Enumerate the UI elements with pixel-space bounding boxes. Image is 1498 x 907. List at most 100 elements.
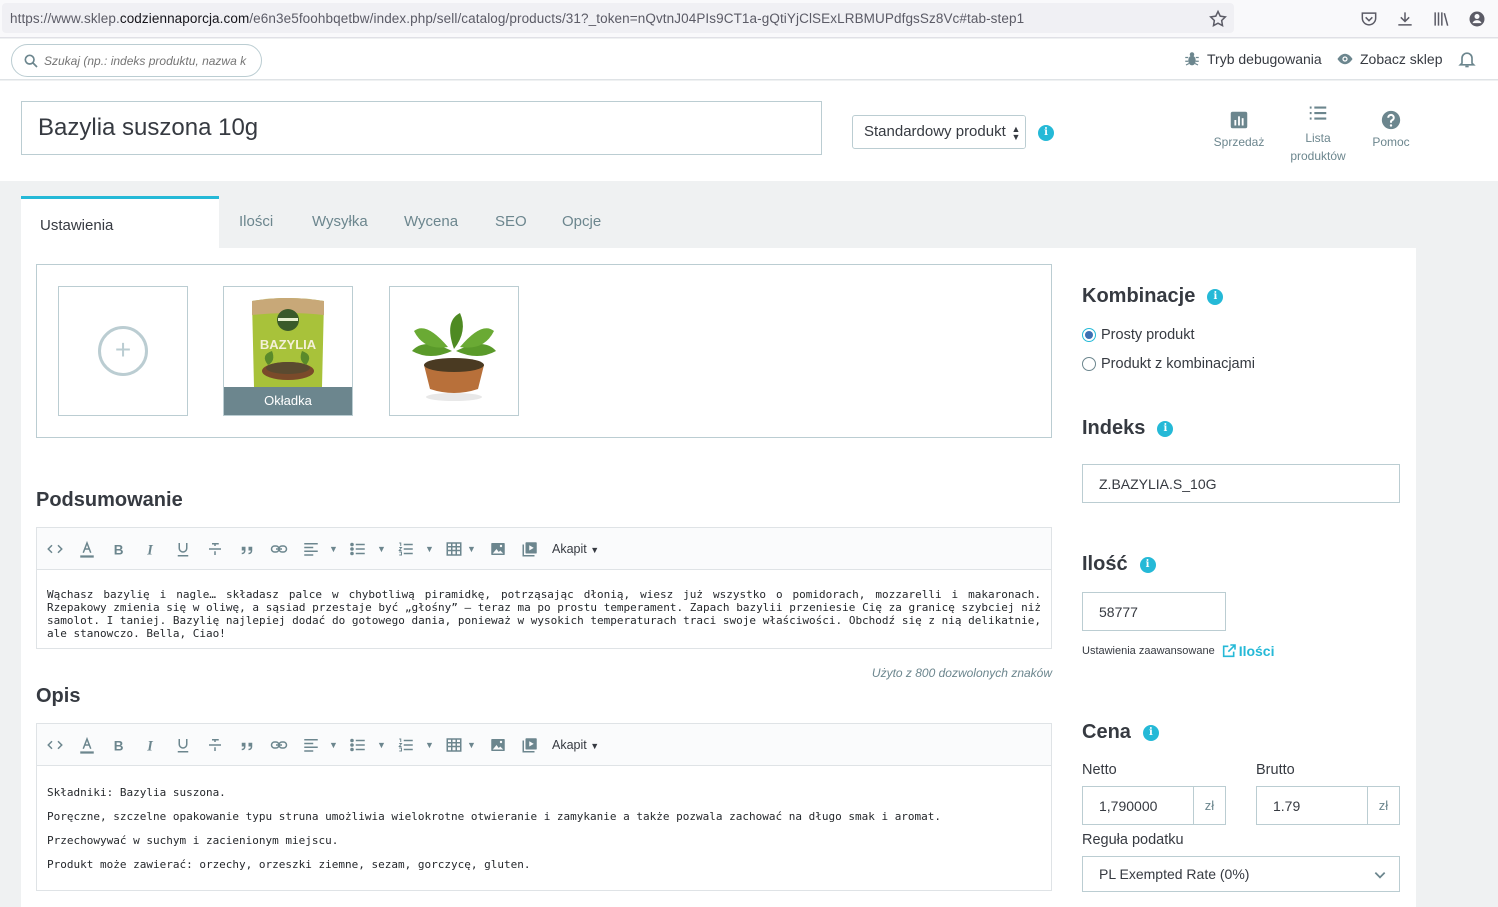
tab-seo[interactable]: SEO: [495, 196, 527, 248]
strikethrough-icon[interactable]: [206, 736, 224, 754]
external-link-icon: [1222, 644, 1236, 658]
align-dropdown-icon[interactable]: ▼: [329, 736, 338, 754]
summary-editor: B I ▼ ▼ ▼ ▼ Akapit ▼ Wąchasz bazylię i n…: [36, 527, 1052, 649]
product-type-select[interactable]: Standardowy produkt ▲ ▼: [852, 115, 1026, 149]
gross-price-input[interactable]: 1.79: [1256, 786, 1368, 825]
summary-heading: Podsumowanie: [36, 489, 183, 511]
align-dropdown-icon[interactable]: ▼: [329, 540, 338, 558]
table-icon[interactable]: [445, 736, 463, 754]
search-box[interactable]: [11, 44, 262, 77]
chevron-down-icon: [1374, 872, 1386, 879]
eye-icon: [1337, 53, 1353, 65]
underline-icon[interactable]: [174, 736, 192, 754]
product-type-info-icon[interactable]: i: [1038, 125, 1054, 141]
svg-text:I: I: [146, 542, 153, 558]
numbered-list-icon[interactable]: [397, 736, 415, 754]
tab-options[interactable]: Opcje: [562, 196, 601, 248]
pocket-icon[interactable]: [1359, 9, 1379, 29]
search-icon: [23, 53, 39, 69]
package-brand-text: BAZYLIA: [260, 337, 317, 352]
bold-icon[interactable]: B: [110, 540, 128, 558]
table-dropdown-icon[interactable]: ▼: [467, 540, 476, 558]
align-icon[interactable]: [302, 540, 320, 558]
bold-icon[interactable]: B: [110, 736, 128, 754]
tab-basic-settings[interactable]: Ustawienia podstawowe: [21, 196, 219, 288]
product-name-input[interactable]: [21, 101, 822, 155]
net-currency-addon: zł: [1194, 786, 1226, 825]
description-text[interactable]: Składniki: Bazylia suszona. Poręczne, sz…: [37, 766, 1051, 892]
bullet-list-dropdown-icon[interactable]: ▼: [377, 736, 386, 754]
media-icon[interactable]: [521, 540, 539, 558]
library-icon[interactable]: [1431, 9, 1451, 29]
plus-circle-icon: +: [98, 326, 148, 376]
italic-icon[interactable]: I: [142, 540, 160, 558]
paragraph-format-dropdown[interactable]: Akapit ▼: [552, 736, 599, 754]
quantities-link[interactable]: Ilości: [1221, 643, 1274, 659]
help-button[interactable]: Pomoc: [1366, 109, 1416, 149]
table-dropdown-icon[interactable]: ▼: [467, 736, 476, 754]
description-heading: Opis: [36, 685, 81, 707]
tab-shipping[interactable]: Wysyłka: [312, 196, 368, 248]
radio-product-with-combinations[interactable]: Produkt z kombinacjami: [1082, 356, 1255, 372]
account-icon[interactable]: [1467, 9, 1487, 29]
reference-input[interactable]: Z.BAZYLIA.S_10G: [1082, 464, 1400, 503]
add-image-button[interactable]: +: [58, 286, 188, 416]
bookmark-star-icon[interactable]: [1208, 9, 1228, 29]
bullet-list-icon[interactable]: [349, 736, 367, 754]
paragraph-format-dropdown[interactable]: Akapit ▼: [552, 540, 599, 558]
text-color-icon[interactable]: [78, 736, 96, 754]
view-shop-link[interactable]: Zobacz sklep: [1336, 50, 1442, 68]
summary-char-counter: Użyto z 800 dozwolonych znaków: [871, 666, 1052, 680]
debug-mode-link[interactable]: Tryb debugowania: [1183, 50, 1322, 68]
source-code-icon[interactable]: [46, 736, 64, 754]
media-icon[interactable]: [521, 736, 539, 754]
tax-rule-select[interactable]: PL Exempted Rate (0%): [1082, 856, 1400, 892]
search-input[interactable]: [44, 51, 258, 71]
basil-bowl-image-thumb[interactable]: [389, 286, 519, 416]
description-line: Składniki: Bazylia suszona.: [47, 786, 226, 799]
numbered-list-icon[interactable]: [397, 540, 415, 558]
text-color-icon[interactable]: [78, 540, 96, 558]
reference-info-icon[interactable]: i: [1157, 420, 1174, 437]
product-list-label-2: produktów: [1290, 149, 1346, 163]
italic-icon[interactable]: I: [142, 736, 160, 754]
underline-icon[interactable]: [174, 540, 192, 558]
strikethrough-icon[interactable]: [206, 540, 224, 558]
basil-bowl-image: [390, 287, 518, 415]
browser-url-bar: https://www.sklep.codziennaporcja.com/e6…: [0, 0, 1498, 38]
table-icon[interactable]: [445, 540, 463, 558]
numbered-list-dropdown-icon[interactable]: ▼: [425, 736, 434, 754]
cover-image-thumb[interactable]: BAZYLIA Okładka: [223, 286, 353, 416]
description-line: Przechowywać w suchym i zacienionym miej…: [47, 834, 339, 847]
image-icon[interactable]: [489, 736, 507, 754]
net-price-input[interactable]: 1,790000: [1082, 786, 1194, 825]
sales-label: Sprzedaż: [1213, 135, 1265, 149]
tab-pricing[interactable]: Wycena: [404, 196, 458, 248]
notifications-bell-icon[interactable]: [1457, 49, 1477, 69]
align-icon[interactable]: [302, 736, 320, 754]
bullet-list-icon[interactable]: [349, 540, 367, 558]
link-icon[interactable]: [270, 736, 288, 754]
sales-button[interactable]: Sprzedaż: [1208, 109, 1270, 149]
url-field[interactable]: https://www.sklep.codziennaporcja.com/e6…: [2, 3, 1234, 33]
bar-chart-icon: [1230, 111, 1248, 129]
combinations-info-icon[interactable]: i: [1207, 288, 1224, 305]
blockquote-icon[interactable]: [238, 736, 256, 754]
quantity-input[interactable]: 58777: [1082, 592, 1226, 631]
bullet-list-dropdown-icon[interactable]: ▼: [377, 540, 386, 558]
quantity-info-icon[interactable]: i: [1139, 556, 1156, 573]
image-icon[interactable]: [489, 540, 507, 558]
summary-editor-toolbar: B I ▼ ▼ ▼ ▼ Akapit ▼: [37, 528, 1051, 570]
source-code-icon[interactable]: [46, 540, 64, 558]
product-list-button[interactable]: Lista produktów: [1283, 103, 1353, 165]
link-icon[interactable]: [270, 540, 288, 558]
summary-text[interactable]: Wąchasz bazylię i nagle… składasz palce …: [37, 570, 1051, 650]
price-info-icon[interactable]: i: [1142, 724, 1159, 741]
radio-simple-product[interactable]: Prosty produkt: [1082, 327, 1195, 343]
numbered-list-dropdown-icon[interactable]: ▼: [425, 540, 434, 558]
download-icon[interactable]: [1395, 9, 1415, 29]
tab-quantities[interactable]: Ilości: [239, 196, 273, 248]
description-line: Produkt może zawierać: orzechy, orzeszki…: [47, 858, 531, 871]
blockquote-icon[interactable]: [238, 540, 256, 558]
svg-text:B: B: [114, 542, 124, 557]
